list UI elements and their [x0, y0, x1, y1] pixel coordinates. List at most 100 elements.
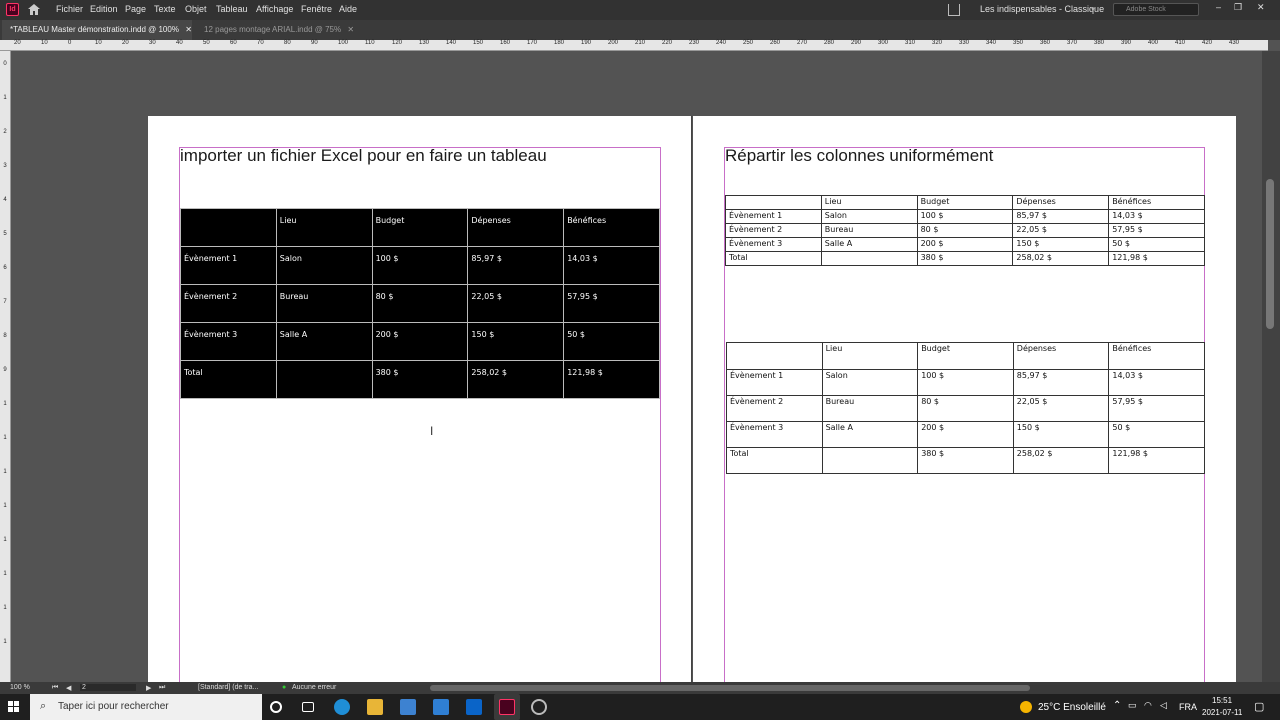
menu-page[interactable]: Page [125, 4, 146, 14]
page-number-field[interactable]: 2 [80, 684, 136, 691]
store-icon[interactable] [400, 699, 416, 715]
table-cell[interactable]: 380 $ [371, 360, 469, 399]
table-cell[interactable]: 200 $ [916, 237, 1014, 252]
tab-12-pages[interactable]: 12 pages montage ARIAL.indd @ 75% ✕ [196, 20, 362, 40]
notification-icon[interactable]: ▢ [1254, 700, 1264, 713]
table-cell[interactable]: Évènement 3 [725, 237, 822, 252]
table-cell[interactable]: 85,97 $ [467, 246, 565, 285]
table-cell[interactable]: Évènement 3 [726, 421, 823, 448]
table-cell[interactable]: 57,95 $ [1108, 223, 1205, 238]
language-indicator[interactable]: FRA [1179, 702, 1197, 712]
table-cell[interactable]: Bureau [821, 395, 919, 422]
zoom-level[interactable]: 100 % [10, 684, 30, 691]
table-cell[interactable]: 50 $ [1108, 237, 1205, 252]
table-spaced[interactable]: Lieu Budget Dépenses Bénéfices Évènement 1 Sa… [726, 342, 1205, 474]
close-window-icon[interactable]: ✕ [1257, 2, 1265, 13]
table-cell[interactable]: Bénéfices [1108, 195, 1205, 210]
table-cell[interactable]: Lieu [820, 195, 918, 210]
menu-aide[interactable]: Aide [339, 4, 357, 14]
table-cell[interactable]: 14,03 $ [1108, 369, 1205, 396]
table-cell[interactable]: Salon [820, 209, 918, 224]
table-cell[interactable]: Lieu [275, 208, 373, 247]
workspace-switcher[interactable]: Les indispensables - Classique [980, 4, 1104, 14]
page-title[interactable]: importer un fichier Excel pour en faire … [180, 146, 547, 166]
table-compact[interactable]: Lieu Budget Dépenses Bénéfices Évènement 1 Sa… [725, 195, 1205, 266]
vertical-ruler[interactable]: 0 1 2 3 4 5 6 7 8 9 1 1 1 1 1 1 1 1 [0, 51, 11, 682]
restore-icon[interactable]: ❐ [1234, 2, 1242, 13]
menu-fenetre[interactable]: Fenêtre [301, 4, 332, 14]
clock-date[interactable]: 2021-07-11 [1202, 708, 1242, 717]
table-cell[interactable]: 57,95 $ [563, 284, 660, 323]
table-cell[interactable]: Salle A [821, 421, 919, 448]
table-cell[interactable]: 150 $ [1012, 421, 1110, 448]
table-cell[interactable]: Lieu [821, 342, 919, 370]
table-cell[interactable]: Bureau [275, 284, 373, 323]
tab-tableau-master[interactable]: *TABLEAU Master démonstration.indd @ 100… [2, 20, 192, 40]
table-cell[interactable]: Bénéfices [563, 208, 660, 247]
scroll-thumb[interactable] [1266, 179, 1274, 329]
left-page[interactable]: importer un fichier Excel pour en faire … [148, 116, 692, 682]
table-cell[interactable]: 80 $ [917, 395, 1014, 422]
table-cell[interactable]: Bénéfices [1108, 342, 1205, 370]
table-cell[interactable]: 50 $ [563, 322, 660, 361]
table-cell[interactable]: Évènement 1 [726, 369, 823, 396]
obs-icon[interactable] [531, 699, 547, 715]
table-cell[interactable]: 100 $ [917, 369, 1014, 396]
table-cell[interactable]: Évènement 3 [180, 322, 277, 361]
home-icon[interactable] [28, 4, 40, 15]
next-page-icon[interactable]: ▶ [146, 684, 151, 692]
menu-edition[interactable]: Edition [90, 4, 118, 14]
table-cell[interactable]: 85,97 $ [1012, 209, 1110, 224]
table-cell[interactable]: 100 $ [916, 209, 1014, 224]
table-cell[interactable] [275, 360, 373, 399]
table-cell[interactable]: Évènement 2 [725, 223, 822, 238]
table-cell[interactable]: Évènement 1 [180, 246, 277, 285]
file-explorer-icon[interactable] [367, 699, 383, 715]
right-page[interactable]: Répartir les colonnes uniformément Lieu B… [693, 116, 1236, 682]
table-cell[interactable]: 121,98 $ [1108, 251, 1205, 266]
table-cell[interactable]: Bureau [820, 223, 918, 238]
table-cell[interactable] [725, 195, 822, 210]
table-cell[interactable]: Évènement 1 [725, 209, 822, 224]
table-cell[interactable]: 200 $ [917, 421, 1014, 448]
table-cell[interactable]: 150 $ [1012, 237, 1110, 252]
table-black[interactable]: Lieu Budget Dépenses Bénéfices Évènement 1 Sa… [180, 208, 660, 399]
table-cell[interactable]: Évènement 2 [180, 284, 277, 323]
minimize-icon[interactable]: – [1216, 2, 1221, 12]
table-cell[interactable]: 380 $ [916, 251, 1014, 266]
task-view-icon[interactable] [302, 702, 314, 712]
menu-fichier[interactable]: Fichier [56, 4, 83, 14]
table-cell[interactable]: Budget [916, 195, 1014, 210]
table-cell[interactable]: 121,98 $ [563, 360, 660, 399]
horizontal-scroll-thumb[interactable] [430, 685, 1030, 691]
table-cell[interactable]: Salon [821, 369, 919, 396]
share-icon[interactable] [948, 4, 960, 16]
table-cell[interactable]: Salle A [820, 237, 918, 252]
first-page-icon[interactable]: ⏮ [52, 684, 58, 692]
table-cell[interactable]: 258,02 $ [1012, 447, 1110, 474]
menu-affichage[interactable]: Affichage [256, 4, 293, 14]
table-cell[interactable]: Dépenses [1012, 195, 1110, 210]
vertical-scrollbar[interactable] [1262, 51, 1280, 682]
table-cell[interactable] [821, 447, 919, 474]
volume-icon[interactable]: ◁ [1160, 700, 1167, 711]
table-cell[interactable]: 200 $ [371, 322, 469, 361]
chevron-up-icon[interactable]: ⌃ [1113, 700, 1121, 711]
table-cell[interactable] [180, 208, 277, 247]
table-cell[interactable]: 85,97 $ [1012, 369, 1110, 396]
table-cell[interactable]: 258,02 $ [1012, 251, 1110, 266]
clock-time[interactable]: 15:51 [1212, 696, 1232, 705]
table-cell[interactable]: Salle A [275, 322, 373, 361]
preflight-profile[interactable]: [Standard] (de tra... [198, 684, 258, 691]
edge-icon[interactable] [334, 699, 350, 715]
table-cell[interactable]: Salon [275, 246, 373, 285]
taskbar-search[interactable]: ⌕ Taper ici pour rechercher [30, 694, 262, 720]
menu-texte[interactable]: Texte [154, 4, 176, 14]
table-cell[interactable]: 258,02 $ [467, 360, 565, 399]
table-cell[interactable]: 150 $ [467, 322, 565, 361]
weather-text[interactable]: 25°C Ensoleillé [1038, 702, 1106, 713]
table-cell[interactable]: Budget [371, 208, 469, 247]
network-icon[interactable]: ▭ [1128, 700, 1137, 711]
table-cell[interactable]: Dépenses [467, 208, 565, 247]
indesign-task[interactable] [494, 694, 520, 720]
